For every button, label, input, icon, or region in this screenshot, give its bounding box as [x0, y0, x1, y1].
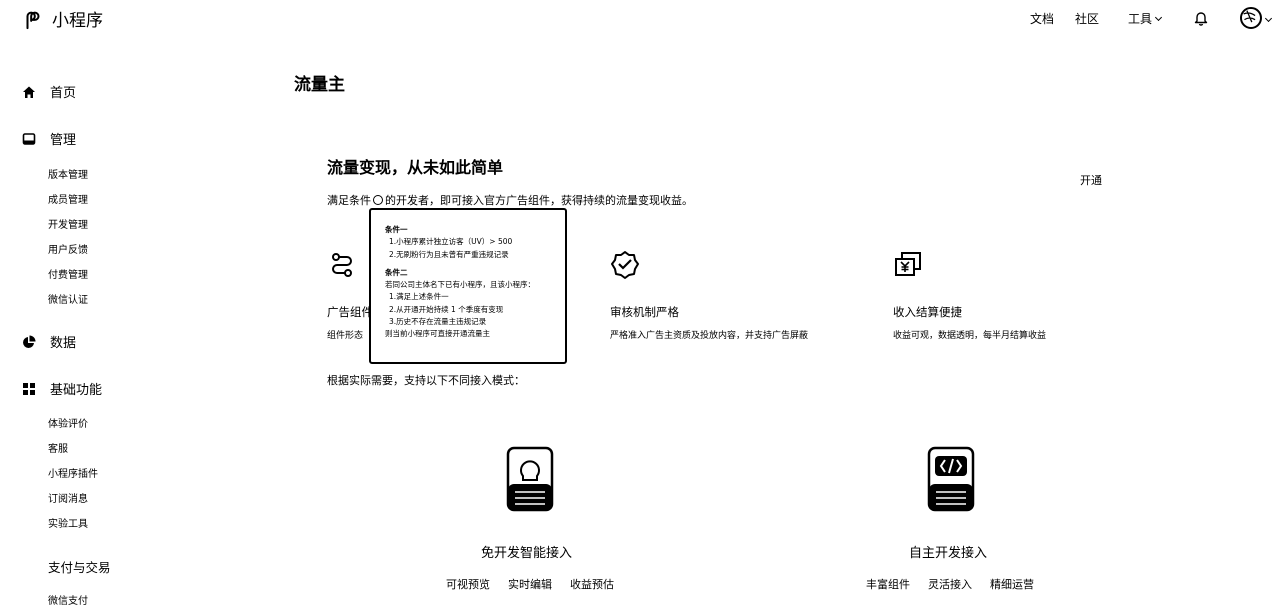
lightbulb-icon	[506, 446, 554, 512]
sidebar-item-feedback[interactable]: 用户反馈	[48, 241, 88, 256]
page-title: 流量主	[294, 75, 345, 95]
nav-docs[interactable]: 文档	[1030, 10, 1054, 27]
sidebar-item-data[interactable]: 数据	[22, 332, 76, 351]
avatar-chevron-icon[interactable]	[1264, 14, 1273, 23]
hero-desc: 满足条件 的开发者，即可接入官方广告组件，获得持续的流量变现收益。	[327, 192, 693, 208]
open-link[interactable]: 开通	[1080, 172, 1102, 188]
sidebar: 首页 管理 版本管理 成员管理 开发管理 用户反馈 付费管理 微信认证 数据 基…	[0, 0, 260, 614]
sidebar-item-payment-manage[interactable]: 付费管理	[48, 266, 88, 281]
mode-tag: 精细运营	[990, 578, 1034, 591]
bell-icon[interactable]	[1194, 10, 1208, 26]
mode-card-nocode[interactable]	[505, 446, 555, 516]
sidebar-item-label: 基础功能	[50, 383, 103, 398]
sidebar-item-verify[interactable]: 微信认证	[48, 291, 88, 306]
pie-chart-icon	[23, 335, 36, 348]
tooltip-cond1-title: 条件一	[385, 225, 408, 234]
mode-tag: 收益预估	[570, 578, 614, 591]
shield-check-icon	[611, 251, 639, 279]
modes-label: 根据实际需要，支持以下不同接入模式：	[327, 374, 525, 387]
sidebar-item-wechat-pay[interactable]: 微信支付	[48, 592, 88, 607]
home-icon	[23, 86, 35, 98]
mode-card-selfdev[interactable]	[926, 446, 976, 516]
feature-desc: 严格准入广告主资质及投放内容，并支持广告屏蔽	[610, 331, 809, 341]
tooltip-line: 2.从开通开始持续 1 个季度有变现	[389, 304, 504, 314]
sidebar-item-plugin[interactable]: 小程序插件	[48, 465, 98, 480]
mode-tag: 实时编辑	[508, 578, 552, 591]
tooltip-line: 则当前小程序可直接开通流量主	[385, 329, 490, 339]
mode-title: 自主开发接入	[909, 546, 988, 561]
tooltip-line: 2.无刷粉行为且未曾有严重违规记录	[389, 249, 509, 259]
sidebar-item-lab[interactable]: 实验工具	[48, 515, 88, 530]
flow-icon	[332, 253, 352, 277]
code-icon	[927, 446, 975, 512]
sidebar-item-subscribe[interactable]: 订阅消息	[48, 490, 88, 505]
yuan-icon	[895, 252, 921, 276]
mode-tag: 可视预览	[446, 578, 490, 591]
tooltip-line: 3.历史不存在流量主违规记录	[389, 317, 487, 327]
avatar-image	[1242, 9, 1257, 24]
sidebar-item-review[interactable]: 体验评价	[48, 415, 88, 430]
nav-tools[interactable]: 工具	[1128, 10, 1163, 27]
grid-icon	[23, 382, 35, 395]
sidebar-item-home[interactable]: 首页	[22, 82, 76, 101]
tooltip-cond2-title: 条件二	[385, 267, 408, 277]
hero-desc-pre: 满足条件	[327, 194, 371, 207]
sidebar-item-label: 首页	[50, 86, 77, 101]
tooltip-line: 若同公司主体名下已有小程序，且该小程序：	[385, 280, 535, 290]
sidebar-item-pay-trade[interactable]: 支付与交易	[48, 557, 111, 576]
sidebar-item-service[interactable]: 客服	[48, 440, 68, 455]
feature-card-review: 审核机制严格 严格准入广告主资质及投放内容，并支持广告屏蔽	[610, 250, 808, 341]
feature-title: 收入结算便捷	[893, 305, 962, 319]
nav-community[interactable]: 社区	[1075, 10, 1099, 27]
info-icon[interactable]	[373, 195, 383, 205]
hero-desc-post: 的开发者，即可接入官方广告组件，获得持续的流量变现收益。	[385, 194, 693, 207]
feature-title: 广告组件	[327, 305, 373, 319]
sidebar-item-dev[interactable]: 开发管理	[48, 216, 88, 231]
sidebar-item-label: 数据	[50, 336, 77, 351]
mode-title: 免开发智能接入	[481, 546, 573, 561]
sidebar-item-members[interactable]: 成员管理	[48, 191, 88, 206]
sidebar-item-version[interactable]: 版本管理	[48, 166, 88, 181]
hero-title: 流量变现，从未如此简单	[327, 158, 504, 177]
nav-tools-label: 工具	[1128, 12, 1153, 26]
tooltip-line: 1.小程序累计独立访客（UV）> 500	[389, 237, 513, 247]
feature-title: 审核机制严格	[610, 305, 679, 319]
avatar[interactable]	[1240, 7, 1262, 29]
mode-tag: 丰富组件	[866, 578, 910, 591]
feature-desc: 收益可观，数据透明，每半月结算收益	[893, 331, 1047, 341]
chevron-down-icon	[1154, 13, 1163, 22]
sidebar-item-label: 管理	[50, 133, 77, 148]
sidebar-item-basic[interactable]: 基础功能	[22, 379, 102, 398]
sidebar-item-manage[interactable]: 管理	[22, 129, 76, 148]
mode-tag: 灵活接入	[928, 578, 972, 591]
feature-card-ad: 广告组件 组件形态	[327, 250, 373, 341]
feature-card-income: 收入结算便捷 收益可观，数据透明，每半月结算收益	[893, 250, 1046, 341]
feature-desc: 组件形态	[327, 331, 364, 341]
inbox-icon	[22, 132, 36, 145]
tooltip-line: 1.满足上述条件一	[389, 292, 449, 302]
conditions-tooltip: 条件一 1.小程序累计独立访客（UV）> 500 2.无刷粉行为且未曾有严重违规…	[369, 208, 567, 364]
